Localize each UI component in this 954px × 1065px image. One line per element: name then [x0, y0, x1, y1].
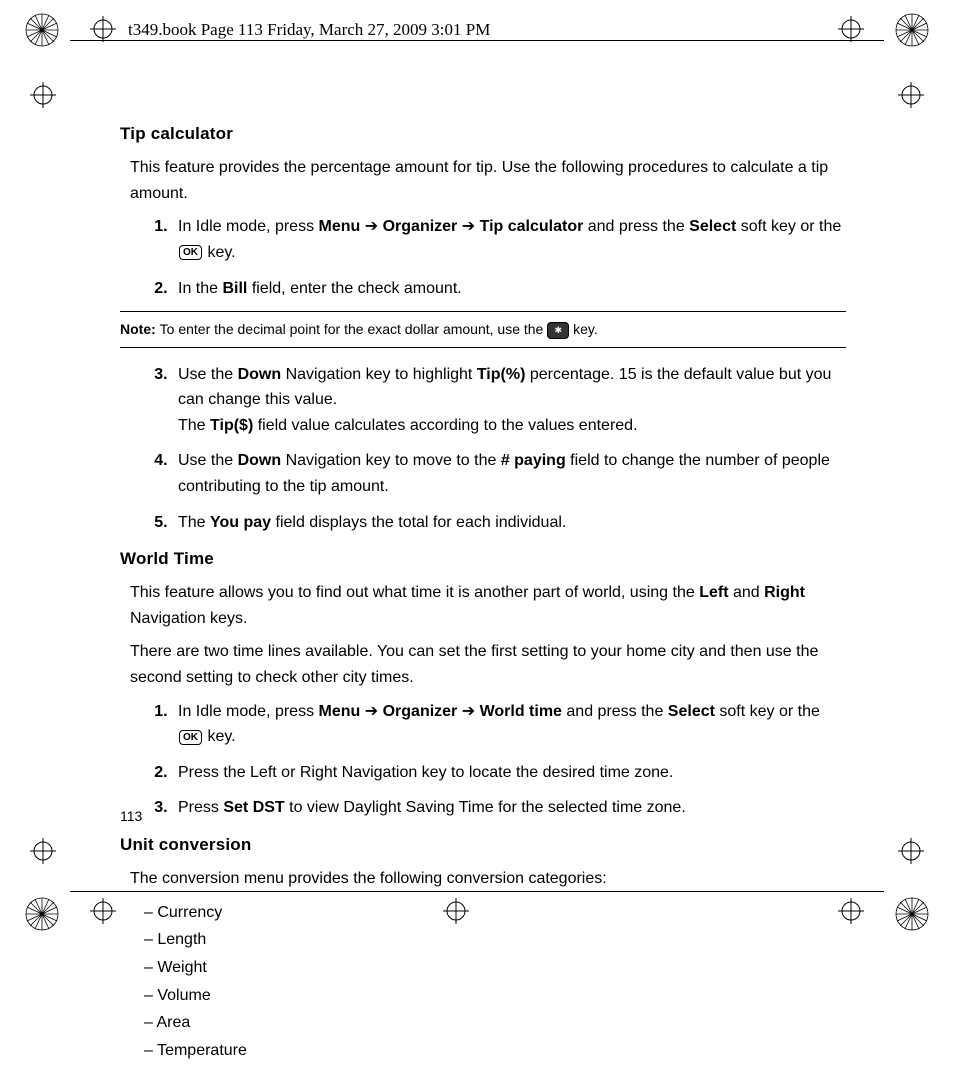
crop-star-icon — [894, 896, 930, 932]
ok-key-icon: OK — [179, 730, 202, 745]
crop-mark-icon — [898, 82, 924, 108]
tip-intro: This feature provides the percentage amo… — [130, 155, 846, 206]
step: In Idle mode, press Menu ➔ Organizer ➔ T… — [172, 214, 846, 265]
tip-calculator-heading: Tip calculator — [120, 120, 846, 147]
header-text: t349.book Page 113 Friday, March 27, 200… — [128, 20, 490, 40]
wt-steps: In Idle mode, press Menu ➔ Organizer ➔ W… — [130, 699, 846, 821]
list-item: Volume — [144, 983, 846, 1009]
note-label: Note: — [120, 321, 160, 337]
list-item: Weight — [144, 955, 846, 981]
list-item: Currency — [144, 900, 846, 926]
step: The You pay field displays the total for… — [172, 510, 846, 536]
step: Press Set DST to view Daylight Saving Ti… — [172, 795, 846, 821]
crop-mark-icon — [30, 838, 56, 864]
crop-star-icon — [24, 12, 60, 48]
step: Press the Left or Right Navigation key t… — [172, 760, 846, 786]
crop-mark-icon — [838, 16, 864, 42]
crop-star-icon — [24, 896, 60, 932]
step: Use the Down Navigation key to move to t… — [172, 448, 846, 499]
note-box: Note: To enter the decimal point for the… — [120, 311, 846, 347]
list-item: Temperature — [144, 1038, 846, 1064]
wt-intro2: There are two time lines available. You … — [130, 639, 846, 690]
crop-star-icon — [894, 12, 930, 48]
world-time-heading: World Time — [120, 545, 846, 572]
page-content: Tip calculator This feature provides the… — [120, 110, 846, 1065]
page-number: 113 — [120, 808, 142, 824]
list-item: Area — [144, 1010, 846, 1036]
crop-mark-icon — [30, 82, 56, 108]
star-key-icon: ✱ — [547, 322, 569, 338]
tip-steps: In Idle mode, press Menu ➔ Organizer ➔ T… — [130, 214, 846, 301]
step: In the Bill field, enter the check amoun… — [172, 276, 846, 302]
uc-intro: The conversion menu provides the followi… — [130, 866, 846, 892]
header-rule — [70, 40, 884, 41]
crop-mark-icon — [898, 838, 924, 864]
step: Use the Down Navigation key to highlight… — [172, 362, 846, 439]
uc-list: Currency Length Weight Volume Area Tempe… — [144, 900, 846, 1064]
unit-conversion-heading: Unit conversion — [120, 831, 846, 858]
manual-page: t349.book Page 113 Friday, March 27, 200… — [0, 0, 954, 954]
crop-mark-icon — [90, 16, 116, 42]
wt-intro1: This feature allows you to find out what… — [130, 580, 846, 631]
ok-key-icon: OK — [179, 245, 202, 260]
tip-steps-cont: Use the Down Navigation key to highlight… — [130, 362, 846, 536]
list-item: Length — [144, 927, 846, 953]
step: In Idle mode, press Menu ➔ Organizer ➔ W… — [172, 699, 846, 750]
crop-mark-icon — [90, 898, 116, 924]
